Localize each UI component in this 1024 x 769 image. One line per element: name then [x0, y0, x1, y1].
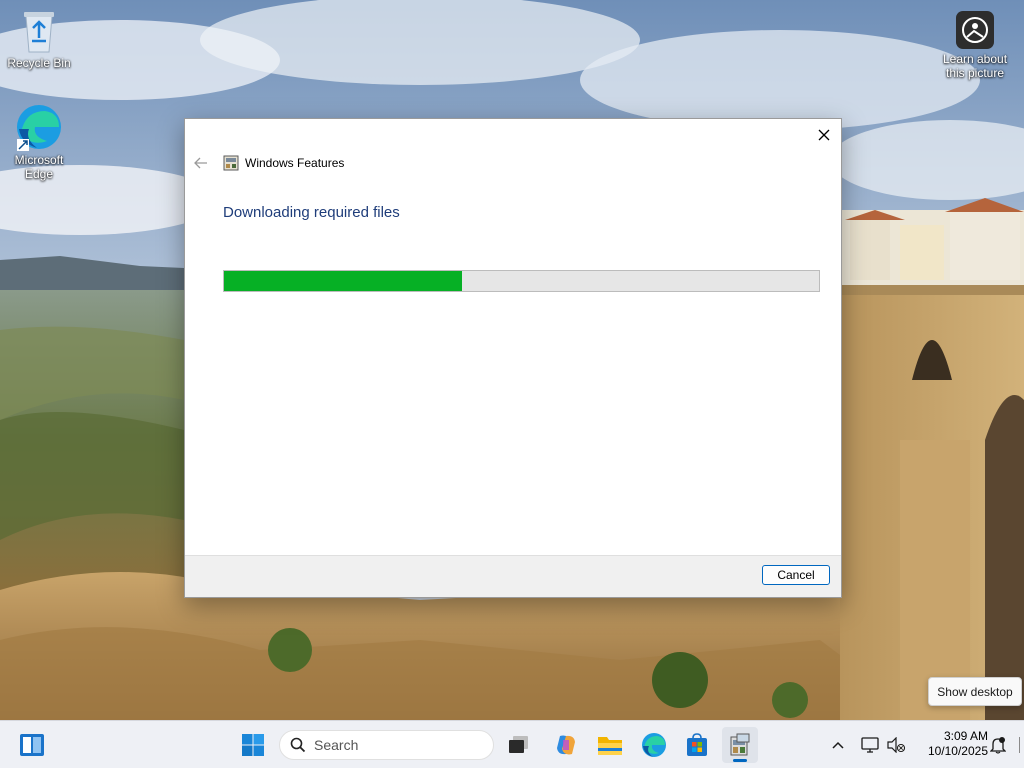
folder-icon: [598, 737, 622, 755]
show-hidden-icons-button[interactable]: [826, 721, 850, 769]
recycle-bin-label: Recycle Bin: [7, 56, 71, 70]
recycle-bin-desktop-icon[interactable]: Recycle Bin: [2, 8, 76, 70]
file-explorer-button[interactable]: [592, 727, 628, 763]
clock-time: 3:09 AM: [943, 729, 988, 743]
widgets-icon: [20, 734, 44, 756]
windows-features-dialog: Windows Features Downloading required fi…: [184, 118, 842, 598]
windows-features-taskbar-button[interactable]: [722, 727, 758, 763]
task-view-icon: [509, 736, 528, 753]
microsoft-store-button[interactable]: [679, 727, 715, 763]
start-button[interactable]: [235, 727, 271, 763]
recycle-bin-icon: [24, 12, 54, 53]
chevron-up-icon: [832, 741, 844, 749]
edge-icon: [642, 733, 666, 757]
notifications-button[interactable]: [986, 721, 1010, 769]
volume-button[interactable]: [884, 721, 908, 769]
edge-taskbar-button[interactable]: [636, 727, 672, 763]
learn-about-picture-icon: [956, 11, 994, 49]
dialog-footer: Cancel: [185, 555, 841, 597]
windows-features-icon: [730, 733, 750, 756]
dialog-navigation: Windows Features: [191, 153, 344, 173]
close-button[interactable]: [811, 123, 837, 147]
copilot-button[interactable]: [548, 727, 584, 763]
show-desktop-button[interactable]: [1014, 721, 1024, 769]
back-arrow-icon: [194, 157, 207, 169]
network-button[interactable]: [858, 721, 882, 769]
cancel-button[interactable]: Cancel: [762, 565, 830, 585]
volume-muted-icon: [887, 737, 905, 753]
back-button[interactable]: [191, 153, 211, 173]
copilot-icon: [557, 735, 575, 755]
store-icon: [687, 733, 707, 756]
clock[interactable]: 3:09 AM 10/10/2025: [912, 729, 988, 759]
microsoft-edge-desktop-icon[interactable]: Microsoft Edge: [2, 103, 76, 181]
dialog-title: Windows Features: [245, 156, 345, 170]
widgets-button[interactable]: [14, 727, 50, 763]
active-app-indicator: [733, 759, 747, 762]
clock-date: 10/10/2025: [927, 744, 988, 758]
search-icon: [290, 737, 306, 753]
edge-label: Microsoft Edge: [14, 153, 64, 181]
search-placeholder: Search: [314, 737, 359, 753]
status-heading: Downloading required files: [223, 204, 400, 221]
progress-fill: [224, 271, 462, 291]
show-desktop-divider: [1018, 737, 1020, 753]
windows-logo-icon: [242, 734, 264, 756]
task-view-button[interactable]: [501, 727, 537, 763]
learn-about-picture-desktop-icon[interactable]: Learn about this picture: [936, 10, 1014, 80]
network-icon: [861, 737, 879, 753]
close-icon: [818, 129, 830, 141]
notification-bell-icon: [990, 737, 1006, 754]
search-box[interactable]: Search: [279, 730, 494, 760]
taskbar: Search 3:09 AM 10/10/2025: [0, 720, 1024, 768]
learn-about-picture-label: Learn about this picture: [942, 52, 1008, 80]
windows-features-icon: [223, 155, 239, 171]
download-progress-bar: [223, 270, 820, 292]
show-desktop-tooltip: Show desktop: [928, 677, 1022, 706]
edge-icon: [17, 105, 61, 151]
